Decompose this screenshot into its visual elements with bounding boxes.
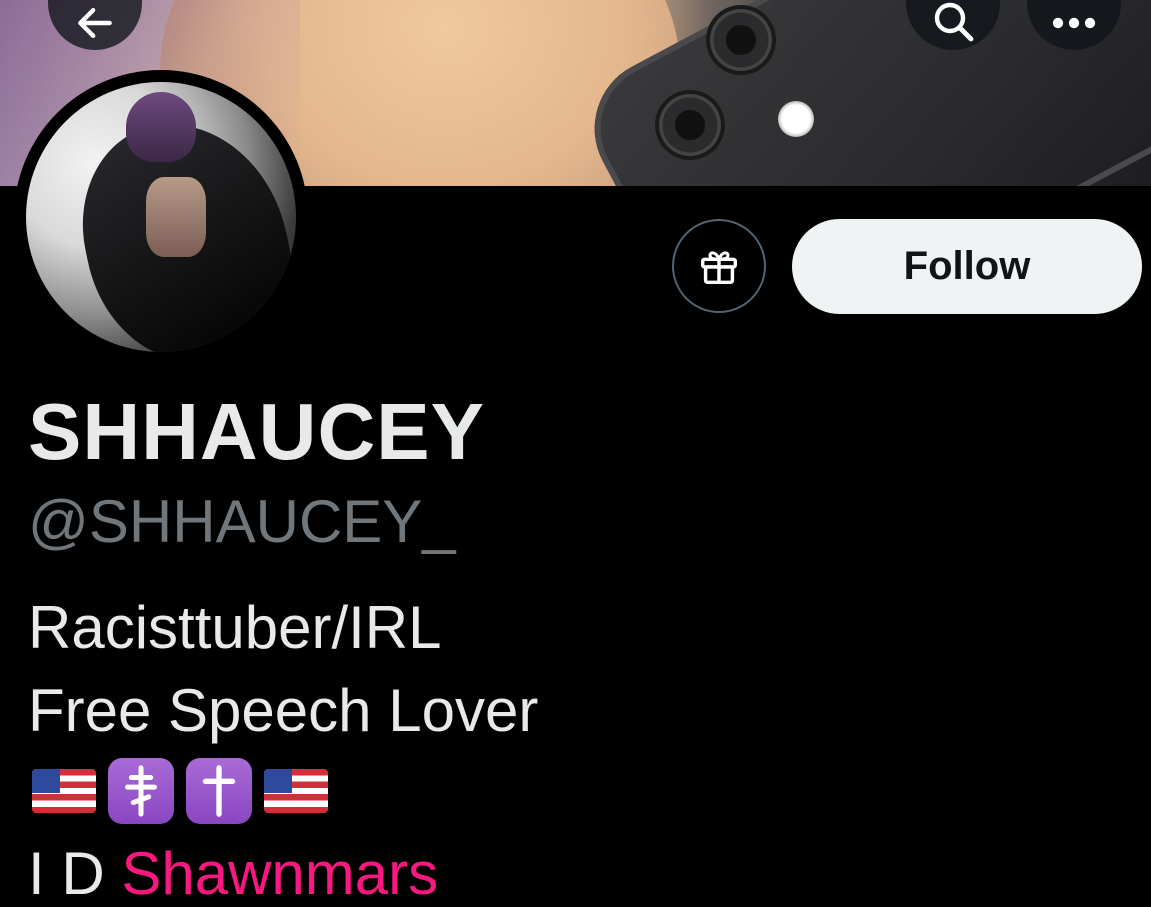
- display-name: SHHAUCEY: [28, 387, 485, 476]
- banner-phone-camera-lens: [706, 5, 776, 75]
- more-horizontal-icon: [1052, 17, 1096, 29]
- user-handle: @SHHAUCEY_: [28, 488, 456, 555]
- follow-button[interactable]: Follow: [792, 219, 1142, 314]
- bio-line: Free Speech Lover: [28, 677, 539, 744]
- gift-icon: [700, 251, 738, 285]
- bio-line: Racisttuber/IRL: [28, 594, 442, 661]
- gift-button[interactable]: [672, 219, 766, 313]
- bio-emoji-row: [32, 758, 328, 824]
- banner-phone-camera-lens: [655, 90, 725, 160]
- latin-cross-emoji: [186, 758, 252, 824]
- profile-avatar[interactable]: [14, 70, 308, 364]
- us-flag-emoji: [32, 769, 96, 813]
- bio-line-partial: I D Shawnmars: [28, 842, 438, 906]
- orthodox-cross-emoji: [108, 758, 174, 824]
- avatar-image: [26, 82, 296, 352]
- search-icon: [934, 2, 974, 42]
- bio-mention-link[interactable]: Shawnmars: [121, 840, 438, 907]
- us-flag-emoji: [264, 769, 328, 813]
- avatar-artwork-torso: [146, 177, 206, 257]
- avatar-artwork-hair: [126, 92, 196, 162]
- arrow-left-icon: [78, 7, 112, 39]
- banner-phone-flash: [778, 101, 814, 137]
- bio-text: I D: [28, 840, 105, 907]
